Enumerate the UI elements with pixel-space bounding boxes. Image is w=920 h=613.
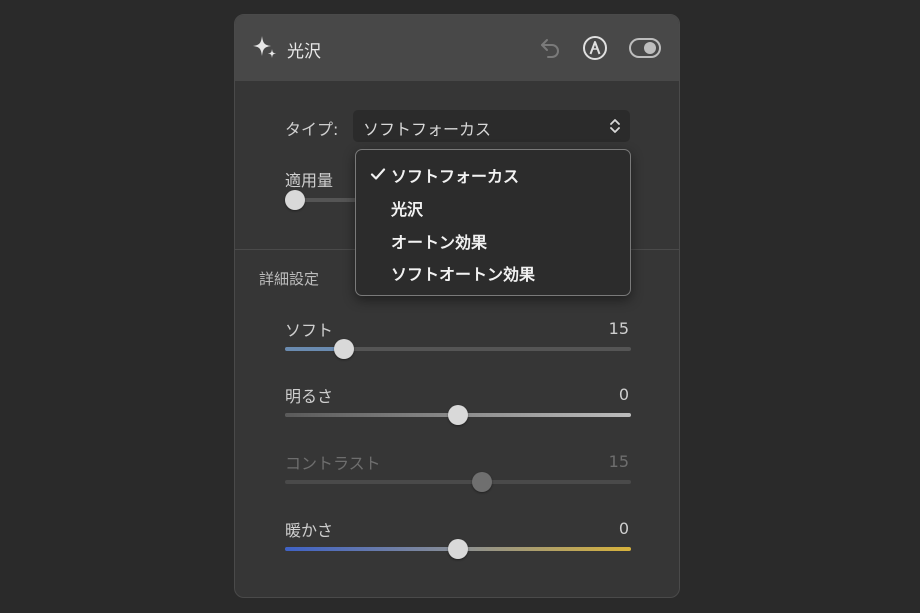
type-label: タイプ: xyxy=(285,120,339,139)
amount-label: 適用量 xyxy=(285,171,334,190)
checkmark-icon xyxy=(370,168,386,180)
dropdown-option-soft-focus[interactable]: ソフトフォーカス xyxy=(391,163,519,187)
panel-header: 光沢 xyxy=(235,15,679,81)
dropdown-option-orton[interactable]: オートン効果 xyxy=(391,229,487,253)
type-select[interactable]: ソフトフォーカス xyxy=(353,110,630,142)
brightness-slider-thumb[interactable] xyxy=(448,405,468,425)
dropdown-option-gloss[interactable]: 光沢 xyxy=(391,196,423,220)
warmth-slider-thumb[interactable] xyxy=(448,539,468,559)
contrast-label: コントラスト xyxy=(285,454,381,473)
undo-icon[interactable] xyxy=(538,36,562,60)
details-section-title: 詳細設定 xyxy=(259,270,320,288)
gloss-panel: 光沢 タイプ: ソフトフォーカス 適用量 詳細設定 ソフト 15 明るさ 0 コ… xyxy=(234,14,680,598)
contrast-value: 15 xyxy=(608,452,629,471)
soft-slider[interactable] xyxy=(285,339,631,359)
soft-slider-thumb[interactable] xyxy=(333,339,354,359)
panel-title: 光沢 xyxy=(287,42,321,62)
sparkle-icon xyxy=(253,36,276,58)
soft-label: ソフト xyxy=(285,321,334,340)
toggle-icon[interactable] xyxy=(629,37,661,59)
brightness-value: 0 xyxy=(618,385,629,404)
amount-slider-thumb[interactable] xyxy=(285,190,306,210)
contrast-slider xyxy=(285,472,631,492)
soft-value: 15 xyxy=(608,319,629,338)
auto-pen-icon[interactable] xyxy=(582,35,608,61)
chevron-updown-icon xyxy=(610,119,620,133)
dropdown-option-soft-orton[interactable]: ソフトオートン効果 xyxy=(391,261,535,285)
warmth-label: 暖かさ xyxy=(285,521,334,540)
brightness-slider[interactable] xyxy=(285,405,631,425)
brightness-label: 明るさ xyxy=(285,387,334,406)
contrast-slider-thumb xyxy=(472,472,493,492)
warmth-value: 0 xyxy=(618,519,629,538)
type-select-value: ソフトフォーカス xyxy=(363,120,492,139)
type-dropdown-menu[interactable]: ソフトフォーカス 光沢 オートン効果 ソフトオートン効果 xyxy=(355,149,631,296)
warmth-slider[interactable] xyxy=(285,539,631,559)
